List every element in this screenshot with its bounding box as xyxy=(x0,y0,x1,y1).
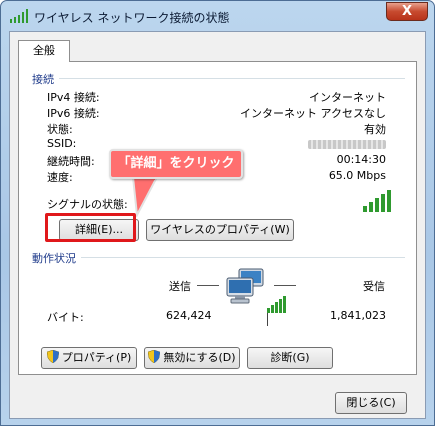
properties-button[interactable]: プロパティ(P) xyxy=(41,347,137,369)
status-dialog: ワイヤレス ネットワーク接続の状態 X 全般 接続 IPv4 接続: インターネ… xyxy=(0,0,435,426)
activity-heading: 動作状況 xyxy=(32,252,76,265)
wifi-signal-icon xyxy=(10,9,28,23)
ipv6-label: IPv6 接続: xyxy=(47,107,100,120)
ssid-label: SSID: xyxy=(47,137,77,150)
details-highlight-frame xyxy=(45,213,136,242)
duration-label: 継続時間: xyxy=(47,155,95,168)
connection-divider xyxy=(59,78,405,79)
bytes-received-value: 1,841,023 xyxy=(330,309,386,322)
bytes-sent-value: 624,424 xyxy=(166,309,212,322)
received-label: 受信 xyxy=(363,280,385,293)
ssid-value-redacted xyxy=(308,140,386,149)
window-close-button[interactable]: X xyxy=(386,2,428,21)
sent-label: 送信 xyxy=(169,280,191,293)
sent-line xyxy=(197,285,219,286)
tab-general[interactable]: 全般 xyxy=(18,40,70,62)
disable-button-label: 無効にする(D) xyxy=(163,351,236,364)
title-bar[interactable]: ワイヤレス ネットワーク接続の状態 X xyxy=(1,1,434,31)
network-computers-icon xyxy=(226,268,264,304)
speed-label: 速度: xyxy=(47,171,73,184)
signal-quality-label: シグナルの状態: xyxy=(47,198,128,211)
uac-shield-icon xyxy=(148,350,161,363)
diagnose-button[interactable]: 診断(G) xyxy=(247,347,333,369)
bytes-label: バイト: xyxy=(47,311,84,324)
wireless-properties-button[interactable]: ワイヤレスのプロパティ(W) xyxy=(146,219,294,241)
media-state-label: 状態: xyxy=(47,123,73,136)
speed-value: 65.0 Mbps xyxy=(328,169,386,182)
connection-heading: 接続 xyxy=(32,73,54,86)
duration-value: 00:14:30 xyxy=(336,153,386,166)
signal-strength-icon xyxy=(363,190,391,212)
properties-button-label: プロパティ(P) xyxy=(61,351,132,364)
activity-signal-icon xyxy=(267,296,286,326)
callout-pointer xyxy=(131,177,159,217)
received-line xyxy=(274,285,296,286)
disable-button[interactable]: 無効にする(D) xyxy=(144,347,240,369)
ipv4-label: IPv4 接続: xyxy=(47,91,100,104)
window-title: ワイヤレス ネットワーク接続の状態 xyxy=(34,11,230,25)
close-button[interactable]: 閉じる(C) xyxy=(335,392,407,414)
media-state-value: 有効 xyxy=(364,123,386,136)
activity-divider xyxy=(81,257,405,258)
ipv4-value: インターネット xyxy=(309,91,386,104)
instruction-callout: 「詳細」をクリック xyxy=(109,149,243,179)
ipv6-value: インターネット アクセスなし xyxy=(240,107,386,120)
uac-shield-icon xyxy=(46,350,59,363)
